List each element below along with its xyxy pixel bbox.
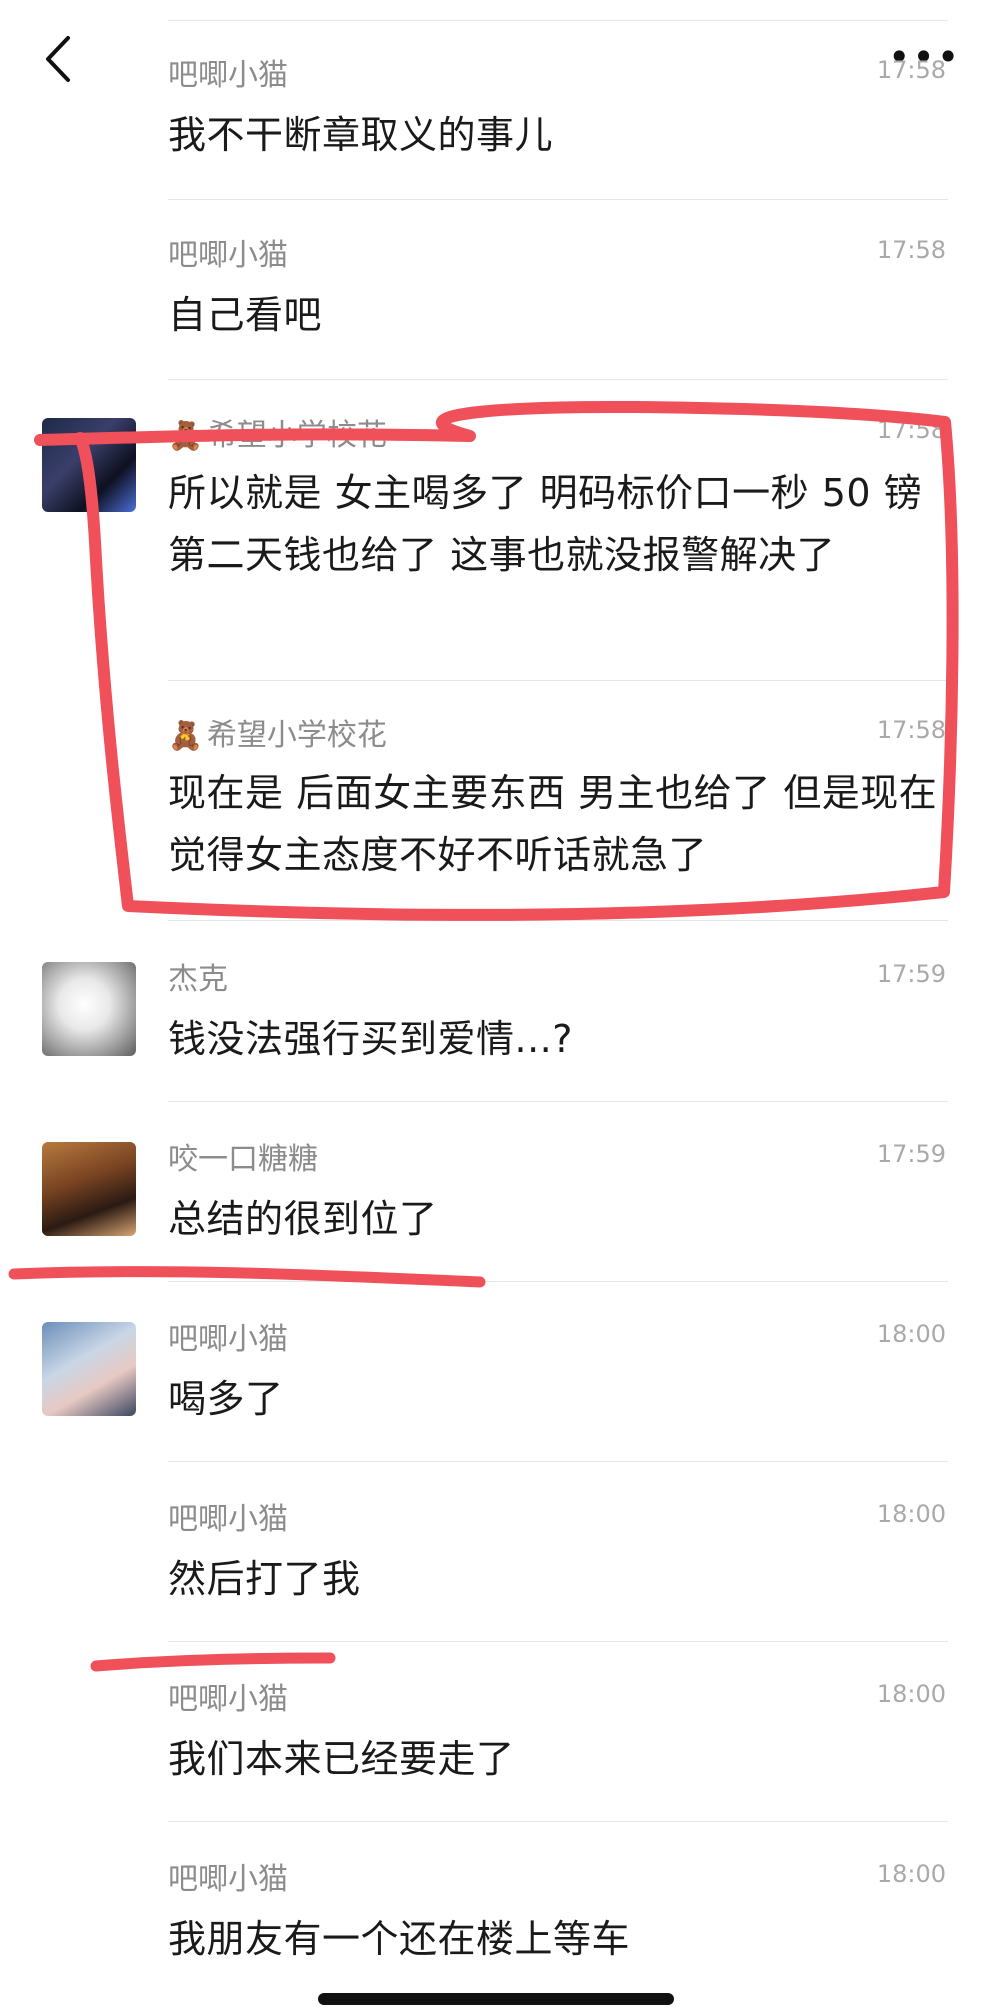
highlight-box-annotation — [34, 401, 959, 921]
annotation-layer — [8, 401, 959, 1672]
underline-annotation — [8, 1266, 486, 1288]
underline-annotation — [90, 1652, 336, 1672]
home-indicator[interactable] — [318, 1993, 674, 2005]
